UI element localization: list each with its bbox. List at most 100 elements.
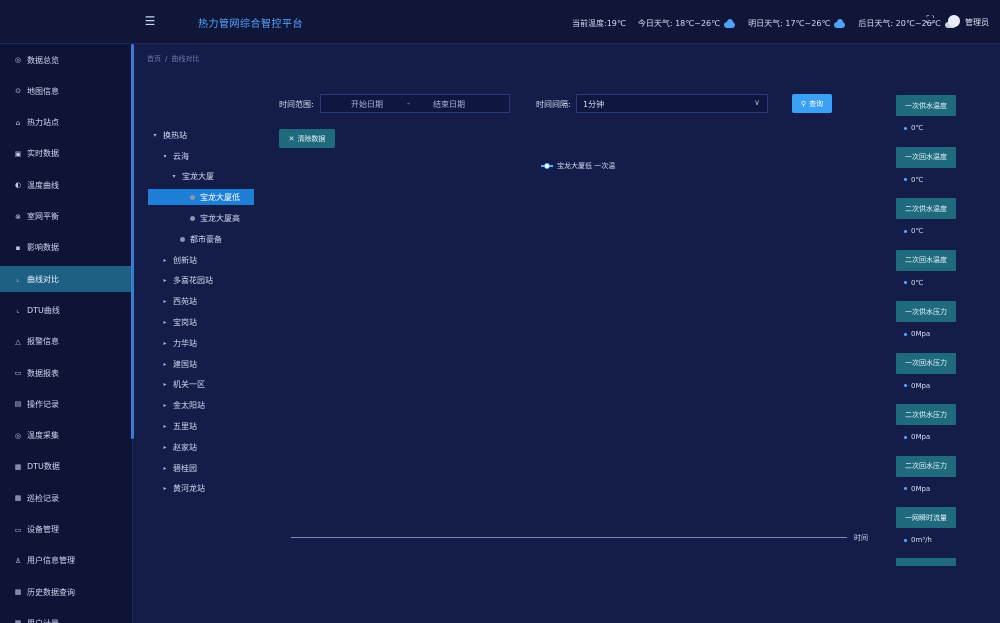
sidebar-item-balance[interactable]: ⊗ 室网平衡 [0, 204, 131, 230]
sidebar-item-meter[interactable]: ▦ 用户计量 [0, 610, 131, 623]
tree-node-station[interactable]: ▸ 金太阳站 [162, 398, 205, 414]
chart-legend[interactable]: 宝龙大厦低 一次温 [541, 161, 615, 171]
breadcrumb: 首页 / 曲线对比 [147, 54, 199, 64]
sidebar-item-label: 温度曲线 [27, 180, 59, 190]
tree-node-selected[interactable]: 宝龙大厦低 [148, 189, 254, 205]
caret-right-icon[interactable]: ▸ [162, 340, 168, 347]
caret-down-icon[interactable]: ▾ [171, 173, 177, 180]
tree-node-root[interactable]: ▾ 换热站 [152, 127, 187, 143]
sidebar-item-label: 室网平衡 [27, 212, 59, 221]
menu-toggle-icon[interactable]: ☰ [143, 14, 157, 28]
metric-card-title: 二次回水压力 [896, 455, 956, 477]
caret-right-icon[interactable]: ▸ [162, 402, 168, 409]
tree-node-station[interactable]: ▸ 宝岗站 [162, 314, 197, 330]
caret-right-icon[interactable]: ▸ [162, 465, 168, 472]
tree-node-station[interactable]: ▸ 赵家站 [162, 439, 197, 455]
tree-node-station[interactable]: ▸ 力华站 [162, 335, 197, 351]
sidebar-item-collect[interactable]: ◎ 温度采集 [0, 423, 131, 449]
tree-node-plaza[interactable]: 都市豪备 [180, 231, 222, 247]
meter-icon: ▦ [14, 619, 22, 623]
sidebar-item-label: 用户信息管理 [27, 556, 75, 566]
tree-node-label: 宝龙大厦低 [200, 192, 240, 202]
sidebar-item-history[interactable]: ▦ 历史数据查询 [0, 579, 131, 605]
tree-node-station[interactable]: ▸ 建国站 [162, 356, 197, 372]
tree-node-label: 创新站 [173, 255, 197, 265]
tree-node-building[interactable]: ▾ 宝龙大厦 [171, 168, 214, 184]
user-icon: ♙ [14, 556, 22, 565]
sidebar-item-station[interactable]: ⌂ 热力站点 [0, 110, 131, 136]
sidebar-item-report[interactable]: ▭ 数据报表 [0, 360, 131, 386]
caret-down-icon[interactable]: ▾ [152, 132, 158, 139]
after-tomorrow-weather: 后日天气: 20℃~26℃ [858, 18, 956, 29]
breadcrumb-current: 曲线对比 [171, 55, 200, 63]
cloud-icon [833, 18, 846, 28]
tree-node-station[interactable]: ▸ 碧桂园 [162, 460, 197, 476]
tree-node-station[interactable]: ▸ 多喜花园站 [162, 273, 213, 289]
sidebar-item-map-pin[interactable]: ⊙ 地图信息 [0, 78, 131, 104]
tree-node-station[interactable]: ▸ 黄河龙站 [162, 481, 205, 497]
sidebar-item-inspection[interactable]: ▦ 巡检记录 [0, 485, 131, 511]
date-range-picker[interactable]: 开始日期 - 结束日期 [320, 94, 510, 113]
thermometer-icon: ◐ [14, 181, 22, 190]
sidebar-item-dtu-chart[interactable]: ⌞ DTU曲线 [0, 297, 131, 323]
node-dot-icon [190, 215, 195, 221]
sidebar-item-thermometer[interactable]: ◐ 温度曲线 [0, 172, 131, 198]
weather-bar: 当前温度:19℃ 今日天气: 18℃~26℃ 明日天气: 17℃~26℃ 后日天… [572, 16, 965, 30]
tree-node-label: 都市豪备 [190, 234, 222, 244]
bullet-icon [904, 435, 907, 439]
tree-node-station[interactable]: ▸ 机关一区 [162, 377, 205, 393]
tree-node-label: 机关一区 [173, 380, 205, 390]
sidebar-item-dtu-data[interactable]: ▦ DTU数据 [0, 454, 131, 480]
top-header: ☰ 热力管网综合智控平台 当前温度:19℃ 今日天气: 18℃~26℃ 明日天气… [0, 0, 1000, 44]
interval-select[interactable]: 1分钟 ∨ [576, 94, 768, 113]
sidebar-scrollbar[interactable] [131, 44, 134, 439]
app-root: ☰ 热力管网综合智控平台 当前温度:19℃ 今日天气: 18℃~26℃ 明日天气… [0, 0, 1000, 623]
fullscreen-icon[interactable]: ⛶ [924, 15, 936, 27]
caret-right-icon[interactable]: ▸ [162, 257, 168, 264]
sidebar-item-user[interactable]: ♙ 用户信息管理 [0, 548, 131, 574]
username[interactable]: 管理员 [965, 17, 989, 28]
sidebar-item-label: 数据总览 [27, 55, 59, 65]
clear-data-button[interactable]: ✕ 清除数据 [279, 129, 335, 148]
sidebar-item-line-chart[interactable]: ⌞ 曲线对比 [0, 266, 131, 293]
cloud-icon [723, 18, 736, 28]
bullet-icon [904, 332, 907, 336]
tree-node-yunhai[interactable]: ▾ 云海 [162, 148, 189, 164]
query-button[interactable]: ⚲ 查询 [792, 94, 832, 113]
breadcrumb-home[interactable]: 首页 [147, 55, 161, 63]
metric-card-title: 二次供水温度 [896, 198, 956, 219]
caret-right-icon[interactable]: ▸ [162, 444, 168, 451]
metric-card-value: 0Mpa [904, 330, 930, 338]
current-temperature: 当前温度:19℃ [572, 18, 626, 29]
caret-right-icon[interactable]: ▸ [162, 485, 168, 492]
caret-right-icon[interactable]: ▸ [162, 361, 168, 368]
end-date-input[interactable]: 结束日期 [433, 99, 465, 110]
sidebar-item-monitor[interactable]: ▣ 实时数据 [0, 141, 131, 167]
caret-down-icon[interactable]: ▾ [162, 153, 168, 160]
caret-right-icon[interactable]: ▸ [162, 381, 168, 388]
caret-right-icon[interactable]: ▸ [162, 277, 168, 284]
avatar[interactable] [948, 15, 960, 27]
tree-node-station[interactable]: ▸ 五里站 [162, 418, 197, 434]
metric-card-title: 二次供水压力 [896, 404, 956, 425]
caret-right-icon[interactable]: ▸ [162, 319, 168, 326]
sidebar-item-bell[interactable]: △ 报警信息 [0, 329, 131, 355]
caret-right-icon[interactable]: ▸ [162, 298, 168, 305]
node-dot-icon [190, 194, 195, 200]
metric-value-text: 0℃ [911, 175, 924, 184]
caret-right-icon[interactable]: ▸ [162, 423, 168, 430]
tree-node-high[interactable]: 宝龙大厦高 [190, 210, 240, 226]
tree-node-station[interactable]: ▸ 创新站 [162, 252, 197, 268]
metric-card-title: 二次回水温度 [896, 249, 956, 271]
sidebar-item-data[interactable]: ▪ 影响数据 [0, 235, 131, 261]
log-icon: ▤ [14, 400, 22, 409]
sidebar-item-device[interactable]: ▭ 设备管理 [0, 517, 131, 543]
sidebar-item-dashboard[interactable]: ◎ 数据总览 [0, 47, 131, 73]
start-date-input[interactable]: 开始日期 [351, 99, 383, 110]
sidebar-item-log[interactable]: ▤ 操作记录 [0, 391, 131, 417]
metric-value-text: 0Mpa [911, 484, 931, 493]
tree-node-label: 云海 [173, 151, 189, 161]
tree-node-station[interactable]: ▸ 西苑站 [162, 294, 197, 310]
metric-card-value: 0Mpa [904, 433, 930, 441]
metric-card-value: 0℃ [904, 227, 923, 235]
